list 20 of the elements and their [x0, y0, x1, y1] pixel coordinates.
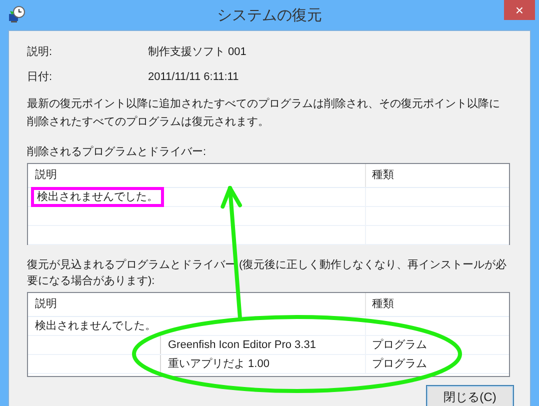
table-cell-text: プログラム — [372, 338, 427, 353]
close-button[interactable]: × — [504, 0, 535, 20]
table-cell: 重いアプリだよ 1.00 — [160, 355, 365, 373]
table-cell: 検出されませんでした。 — [31, 187, 164, 207]
section-label: 削除されるプログラムとドライバー: — [27, 144, 208, 160]
column-header[interactable]: 種類 — [366, 293, 509, 316]
column-header[interactable]: 説明 — [28, 164, 366, 187]
field-label: 説明: — [27, 45, 54, 60]
close-dialog-button[interactable]: 閉じる(C) — [426, 385, 514, 406]
table-cell-text: プログラム — [372, 356, 427, 372]
table-cell: Greenfish Icon Editor Pro 3.31 — [160, 336, 365, 354]
table-cell-text: 検出されませんでした。 — [34, 318, 157, 334]
window-title: システムの復元 — [217, 6, 322, 26]
column-header[interactable]: 種類 — [366, 164, 509, 187]
field-label: 日付: — [27, 70, 54, 86]
field-value: 2011/11/11 6:11:11 — [148, 70, 239, 86]
description-text: 最新の復元ポイント以降に追加されたすべてのプログラムは削除され、その復元ポイント以降に削除されたすべてのプログラムは復元されます。 — [27, 96, 501, 130]
column-header[interactable]: 説明 — [28, 293, 366, 316]
system-restore-icon — [8, 6, 26, 23]
field-value: 制作支援ソフト 001 — [148, 45, 246, 60]
